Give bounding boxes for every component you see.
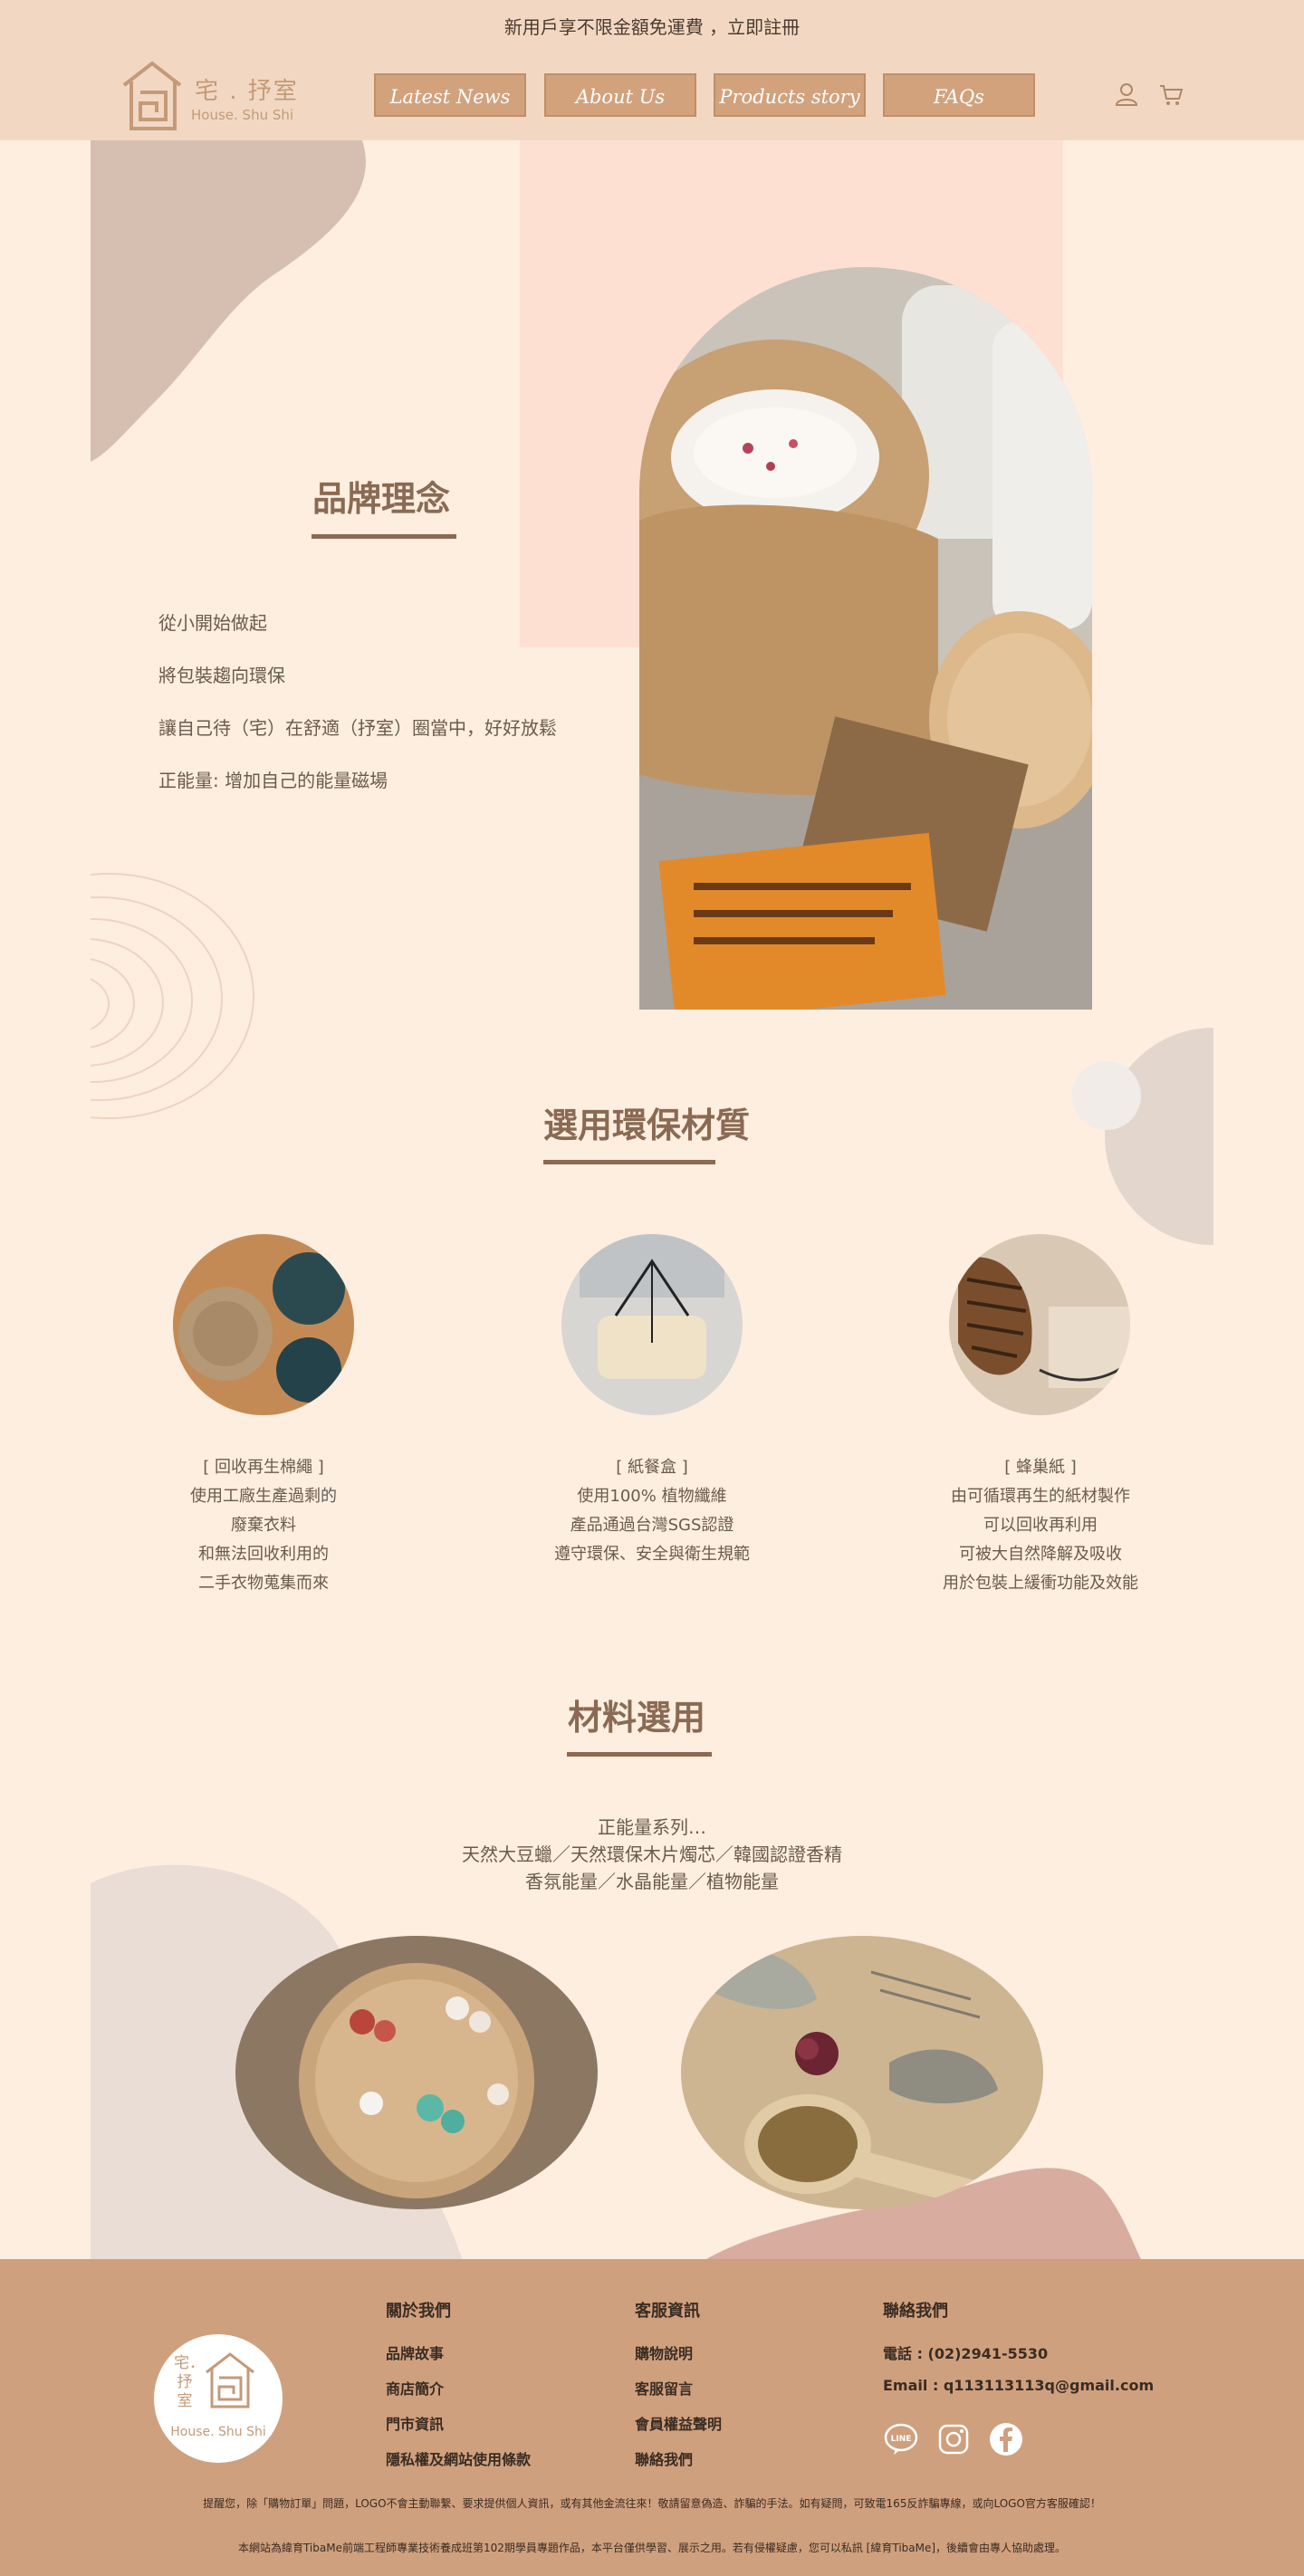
footer-logo[interactable]: 宅．抒室 House. Shu Shi xyxy=(154,2334,283,2463)
title-underline xyxy=(567,1752,712,1757)
candle-product-photo xyxy=(639,267,1092,1010)
announcement-banner[interactable]: 新用戶享不限金額免運費 ，立即註冊 xyxy=(0,13,1304,39)
footer-link-store-intro[interactable]: 商店簡介 xyxy=(386,2377,444,2399)
material-detail: 可以回收再利用 xyxy=(983,1516,1098,1535)
recycled-cotton-rope-photo xyxy=(173,1234,354,1415)
footer-link-member-rights[interactable]: 會員權益聲明 xyxy=(635,2412,722,2434)
footer-link-privacy[interactable]: 隱私權及網站使用條款 xyxy=(386,2447,531,2469)
cart-icon[interactable] xyxy=(1158,81,1184,107)
facebook-icon[interactable] xyxy=(988,2421,1024,2457)
instagram-icon[interactable] xyxy=(935,2421,972,2457)
logo-name: 宅 . 抒室 xyxy=(195,78,299,105)
footer-logo-subtitle: House. Shu Shi xyxy=(170,2425,266,2439)
material-detail: 產品通過台灣SGS認證 xyxy=(570,1516,734,1535)
material-description: [ 蜂巢紙 ] 由可循環再生的紙材製作 可以回收再利用 可被大自然降解及吸收 用… xyxy=(896,1453,1185,1598)
material-name: [ 回收再生棉繩 ] xyxy=(203,1458,324,1477)
brand-statement: 將包裝趨向環保 xyxy=(158,665,285,686)
honeycomb-paper-photo xyxy=(949,1234,1130,1415)
material-detail: 用於包裝上緩衝功能及效能 xyxy=(943,1574,1138,1593)
material-detail: 廢棄衣料 xyxy=(231,1516,296,1535)
material-detail: 二手衣物蒐集而來 xyxy=(198,1574,329,1593)
material-detail: 由可循環再生的紙材製作 xyxy=(951,1487,1130,1506)
material-detail: 使用工廠生產過剩的 xyxy=(190,1487,337,1506)
footer-fraud-notice: 提醒您，除「購物訂單」問題，LOGO不會主動聯繫、要求提供個人資訊，或有其他金流… xyxy=(203,2497,1101,2510)
brand-statement: 讓自己待（宅）在舒適（抒室）圈當中，好好放鬆 xyxy=(158,717,557,739)
botanical-energy-photo xyxy=(681,1936,1043,2209)
footer-logo-name: 宅．抒室 xyxy=(174,2354,205,2410)
nav-about-us[interactable]: About Us xyxy=(544,73,696,117)
paper-lunchbox-photo xyxy=(561,1234,743,1415)
nav-faqs[interactable]: FAQs xyxy=(883,73,1035,117)
material-description: [ 紙餐盒 ] 使用100% 植物纖維 產品通過台灣SGS認證 遵守環保、安全與… xyxy=(507,1453,797,1569)
brand-statement: 正能量: 增加自己的能量磁場 xyxy=(158,770,388,791)
footer-disclaimer: 本網站為緯育TibaMe前端工程師專業技術養成班第102期學員專題作品，本平台僅… xyxy=(237,2542,1067,2554)
material-detail: 使用100% 植物纖維 xyxy=(577,1487,727,1506)
footer-phone: 電話 : (02)2941-5530 xyxy=(883,2345,1049,2362)
site-logo[interactable]: 宅 . 抒室 House. Shu Shi xyxy=(120,60,302,132)
material-description: [ 回收再生棉繩 ] 使用工廠生產過剩的 廢棄衣料 和無法回收利用的 二手衣物蒐… xyxy=(119,1453,408,1598)
logo-subtitle: House. Shu Shi xyxy=(191,107,294,123)
material-name: [ 蜂巢紙 ] xyxy=(1004,1458,1077,1477)
footer-service-title: 客服資訊 xyxy=(635,2302,700,2321)
svg-text:LINE: LINE xyxy=(891,2435,912,2444)
brand-philosophy-title: 品牌理念 xyxy=(312,479,451,519)
nav-products-story[interactable]: Products story xyxy=(714,73,866,117)
line-icon[interactable]: LINE xyxy=(883,2421,919,2457)
material-detail: 和無法回收利用的 xyxy=(198,1545,329,1564)
decorative-half-circle xyxy=(1072,1028,1213,1245)
decorative-blob xyxy=(0,140,366,466)
ingredients-line: 正能量系列… xyxy=(598,1816,706,1838)
title-underline xyxy=(312,534,456,539)
footer-contact-title: 聯絡我們 xyxy=(883,2302,948,2321)
decorative-rings xyxy=(54,865,254,1127)
footer-link-shopping-guide[interactable]: 購物說明 xyxy=(635,2341,693,2363)
footer-link-brand-story[interactable]: 品牌故事 xyxy=(386,2341,444,2363)
footer-about-title: 關於我們 xyxy=(386,2302,451,2321)
title-underline xyxy=(543,1160,715,1164)
material-detail: 可被大自然降解及吸收 xyxy=(959,1545,1122,1564)
crystal-energy-photo xyxy=(235,1936,598,2209)
user-icon[interactable] xyxy=(1114,81,1139,107)
footer-link-contact[interactable]: 聯絡我們 xyxy=(635,2447,693,2469)
ingredients-section-title: 材料選用 xyxy=(568,1698,706,1738)
footer-email[interactable]: Email : q113113113q@gmail.com xyxy=(883,2377,1154,2394)
footer-link-store-info[interactable]: 門市資訊 xyxy=(386,2412,444,2434)
material-detail: 遵守環保、安全與衛生規範 xyxy=(554,1545,750,1564)
materials-section-title: 選用環保材質 xyxy=(543,1106,751,1145)
house-logo-icon xyxy=(122,61,182,130)
footer-link-message[interactable]: 客服留言 xyxy=(635,2377,693,2399)
nav-latest-news[interactable]: Latest News xyxy=(374,73,526,117)
material-name: [ 紙餐盒 ] xyxy=(616,1458,688,1477)
brand-statement: 從小開始做起 xyxy=(158,612,267,634)
